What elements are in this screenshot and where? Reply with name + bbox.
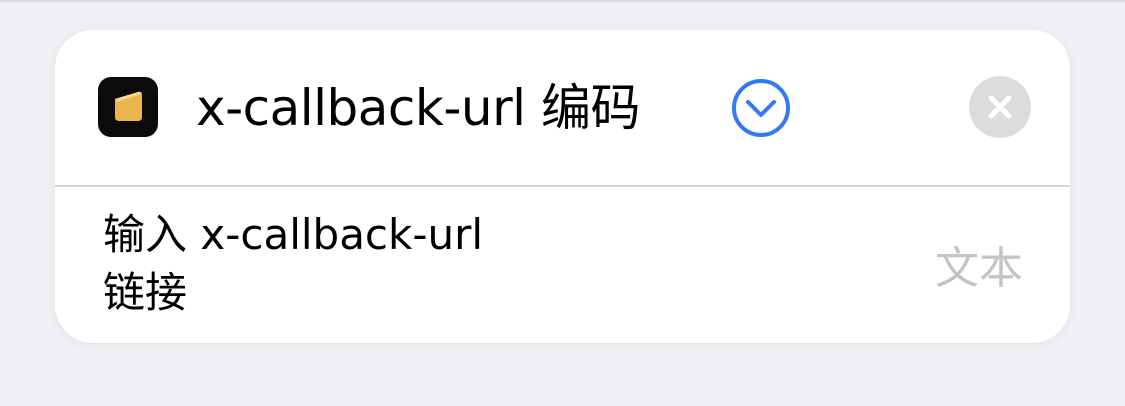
close-button[interactable] [969,76,1031,138]
top-separator [0,0,1125,2]
parameter-value-field[interactable]: 文本 [935,240,1023,298]
parameter-label: 输入 x-callback-url 链接 [103,206,623,322]
action-card: x-callback-url 编码 输入 x-callback-url 链接 文… [55,30,1070,343]
parameter-label-line2: 链接 [103,268,188,317]
notes-app-icon [98,77,158,137]
header-divider [55,185,1070,187]
parameter-label-line1: 输入 x-callback-url [103,210,484,259]
close-x-icon [988,95,1012,119]
chevron-down-circle-icon[interactable] [731,78,791,138]
action-header: x-callback-url 编码 [55,30,1070,186]
action-title: x-callback-url 编码 [196,79,640,137]
